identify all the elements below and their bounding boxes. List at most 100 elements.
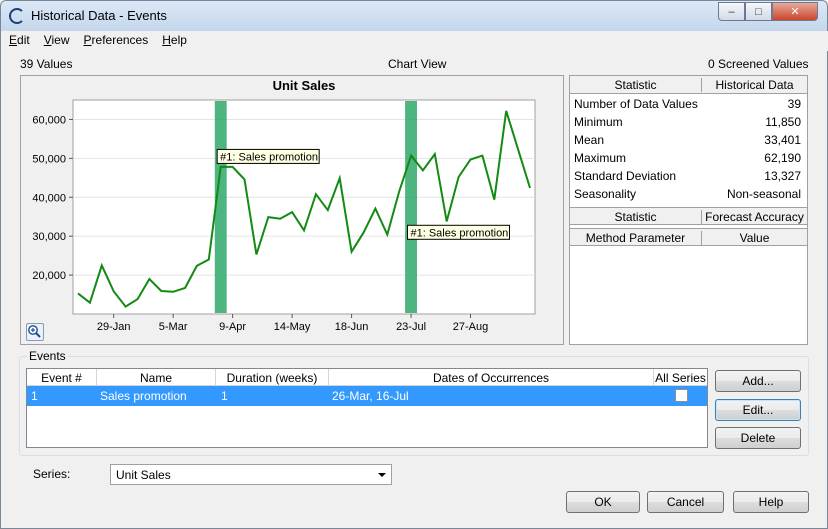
stats-label: Seasonality	[574, 187, 637, 201]
event-num-cell: 1	[31, 389, 38, 403]
ok-button[interactable]: OK	[566, 491, 640, 513]
col-all-series[interactable]: All Series	[654, 369, 707, 386]
x-tick-label: 14-May	[274, 321, 311, 333]
window-title: Historical Data - Events	[31, 8, 167, 23]
ok-button-label: OK	[594, 495, 612, 509]
col-event-num-label: Event #	[41, 371, 82, 385]
stats-label: Maximum	[574, 151, 627, 165]
cancel-button-label: Cancel	[666, 495, 705, 509]
stats-row: Number of Data Values 39	[570, 95, 807, 113]
stats-row: Maximum 62,190	[570, 149, 807, 167]
stats-label: Number of Data Values	[574, 97, 698, 111]
view-name: Chart View	[388, 57, 447, 71]
plot-area	[72, 99, 536, 315]
forecast-header-statistic: Statistic	[614, 210, 657, 224]
delete-button[interactable]: Delete	[715, 427, 801, 449]
event-band	[214, 101, 227, 313]
app-icon	[9, 8, 25, 24]
stats-value: 39	[787, 97, 801, 111]
chart-panel: Unit Sales 20,000 30,000 40,000 50,000 60,000…	[20, 75, 564, 345]
x-tick-label: 27-Aug	[453, 321, 488, 333]
stats-row: Minimum 11,850	[570, 113, 807, 131]
menu-preferences-label: references	[91, 33, 149, 47]
cancel-button[interactable]: Cancel	[647, 491, 724, 513]
col-name-label: Name	[139, 371, 172, 385]
series-select[interactable]: Unit Sales	[110, 464, 392, 485]
unit-sales-chart[interactable]: Unit Sales 20,000 30,000 40,000 50,000 60,000…	[21, 76, 563, 344]
forecast-accuracy-header: Statistic Forecast Accuracy	[570, 207, 807, 225]
x-tick-label: 29-Jan	[97, 321, 131, 333]
y-tick-label: 50,000	[32, 153, 66, 165]
menu-bar: Edit View Preferences Help	[2, 31, 828, 51]
event-label: #1: Sales promotion	[410, 227, 508, 239]
series-select-value: Unit Sales	[116, 468, 171, 482]
menu-edit-accel: E	[9, 33, 18, 47]
stats-row: Seasonality Non-seasonal	[570, 185, 807, 203]
help-button[interactable]: Help	[733, 491, 809, 513]
event-dates-cell: 26-Mar, 16-Jul	[332, 389, 409, 403]
add-button-label: Add...	[742, 374, 774, 388]
col-dates-label: Dates of Occurrences	[432, 371, 550, 385]
menu-help-label: elp	[170, 33, 187, 47]
stats-row: Standard Deviation 13,327	[570, 167, 807, 185]
y-tick-label: 30,000	[32, 231, 66, 243]
stats-value: 11,850	[765, 115, 801, 129]
method-value-label: Value	[701, 231, 807, 245]
help-button-label: Help	[758, 495, 784, 509]
col-duration[interactable]: Duration (weeks)	[216, 369, 329, 386]
series-label: Series:	[33, 467, 71, 481]
forecast-header-accuracy: Forecast Accuracy	[701, 210, 807, 224]
table-row[interactable]: 1 Sales promotion 1 26-Mar, 16-Jul	[27, 386, 707, 406]
stats-header-historical: Historical Data	[701, 78, 807, 92]
menu-view-label: iew	[51, 33, 70, 47]
x-tick-label: 23-Jul	[396, 321, 426, 333]
col-name[interactable]: Name	[97, 369, 216, 386]
event-duration-cell: 1	[221, 389, 228, 403]
stats-header-statistic: Statistic	[614, 78, 657, 92]
stats-label: Mean	[574, 133, 605, 147]
x-tick-label: 5-Mar	[159, 321, 188, 333]
zoom-in-icon[interactable]	[26, 323, 44, 341]
col-event-num[interactable]: Event #	[27, 369, 97, 386]
delete-button-label: Delete	[740, 431, 776, 445]
y-tick-label: 40,000	[32, 192, 66, 204]
x-tick-label: 18-Jun	[335, 321, 369, 333]
values-count: 39 Values	[20, 57, 73, 71]
stats-value: 62,190	[764, 151, 801, 165]
menu-help[interactable]: Help	[155, 31, 194, 51]
event-band	[405, 101, 417, 313]
event-name-cell: Sales promotion	[100, 389, 187, 403]
minimize-button[interactable]: –	[718, 2, 745, 21]
menu-preferences-accel: P	[83, 33, 92, 47]
menu-view[interactable]: View	[37, 31, 77, 51]
screened-values: 0 Screened Values	[708, 57, 809, 71]
add-button[interactable]: Add...	[715, 370, 801, 392]
maximize-button[interactable]: □	[745, 2, 772, 21]
edit-button[interactable]: Edit...	[715, 399, 801, 421]
edit-button-label: Edit...	[742, 403, 774, 417]
menu-edit-label: dit	[17, 33, 30, 47]
stats-row: Mean 33,401	[570, 131, 807, 149]
method-parameter-label: Method Parameter	[585, 231, 686, 245]
close-button[interactable]: ✕	[772, 2, 818, 21]
y-tick-label: 20,000	[32, 270, 66, 282]
all-series-checkbox[interactable]	[675, 389, 688, 402]
chevron-down-icon	[378, 473, 386, 477]
historical-data-window: Historical Data - Events – □ ✕ Edit View…	[0, 0, 828, 529]
events-label: Events	[27, 349, 68, 363]
stats-header: Statistic Historical Data	[570, 76, 807, 94]
x-tick-label: 9-Apr	[219, 321, 246, 333]
chart-title: Unit Sales	[273, 78, 336, 93]
menu-edit[interactable]: Edit	[2, 31, 37, 51]
menu-preferences[interactable]: Preferences	[77, 31, 156, 51]
stats-value: 33,401	[764, 133, 801, 147]
events-table: Event # Name Duration (weeks) Dates of O…	[26, 368, 708, 448]
event-label: #1: Sales promotion	[220, 151, 318, 163]
stats-label: Standard Deviation	[574, 169, 677, 183]
method-parameter-header: Method Parameter Value	[570, 228, 807, 246]
col-duration-label: Duration (weeks)	[226, 371, 318, 385]
menu-view-accel: V	[43, 33, 52, 47]
stats-value: 13,327	[764, 169, 801, 183]
col-dates[interactable]: Dates of Occurrences	[329, 369, 654, 386]
stats-label: Minimum	[574, 115, 623, 129]
